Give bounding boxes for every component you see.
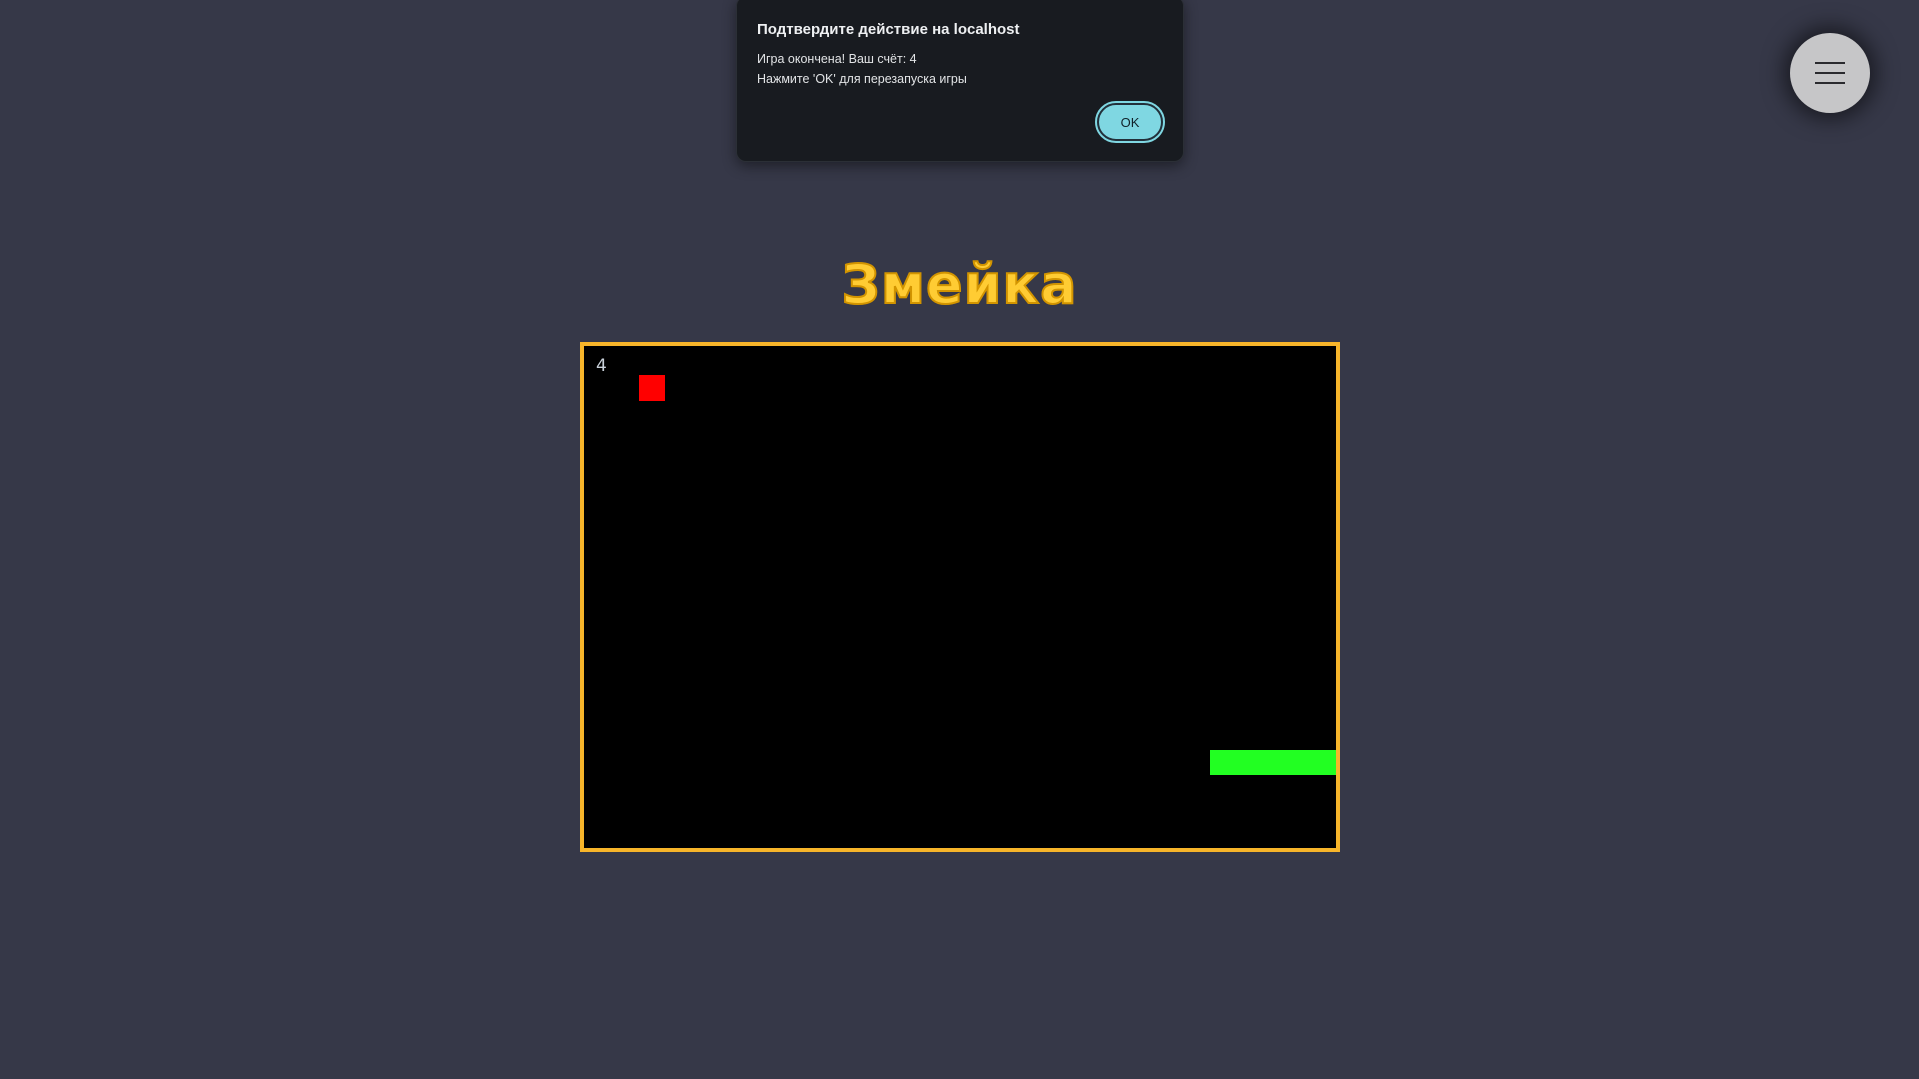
confirm-dialog: Подтвердите действие на localhost Игра о… bbox=[736, 0, 1184, 162]
ok-button[interactable]: OK bbox=[1095, 101, 1165, 143]
dialog-title: Подтвердите действие на localhost bbox=[757, 21, 1020, 38]
menu-button[interactable] bbox=[1790, 33, 1870, 113]
snake-head bbox=[1285, 750, 1336, 775]
dialog-message-line-1: Игра окончена! Ваш счёт: 4 bbox=[757, 52, 917, 66]
page-title: Змейка bbox=[840, 252, 1078, 317]
snake-segment bbox=[1210, 750, 1235, 775]
score-display: 4 bbox=[596, 356, 607, 376]
hamburger-menu-icon-bar bbox=[1815, 82, 1845, 84]
food-item bbox=[639, 375, 665, 401]
dialog-message-line-2: Нажмите 'OK' для перезапуска игры bbox=[757, 72, 967, 86]
game-board[interactable]: 4 bbox=[580, 342, 1340, 852]
snake-segment bbox=[1260, 750, 1285, 775]
snake-segment bbox=[1235, 750, 1260, 775]
hamburger-menu-icon-bar bbox=[1815, 72, 1845, 74]
hamburger-menu-icon bbox=[1815, 62, 1845, 64]
